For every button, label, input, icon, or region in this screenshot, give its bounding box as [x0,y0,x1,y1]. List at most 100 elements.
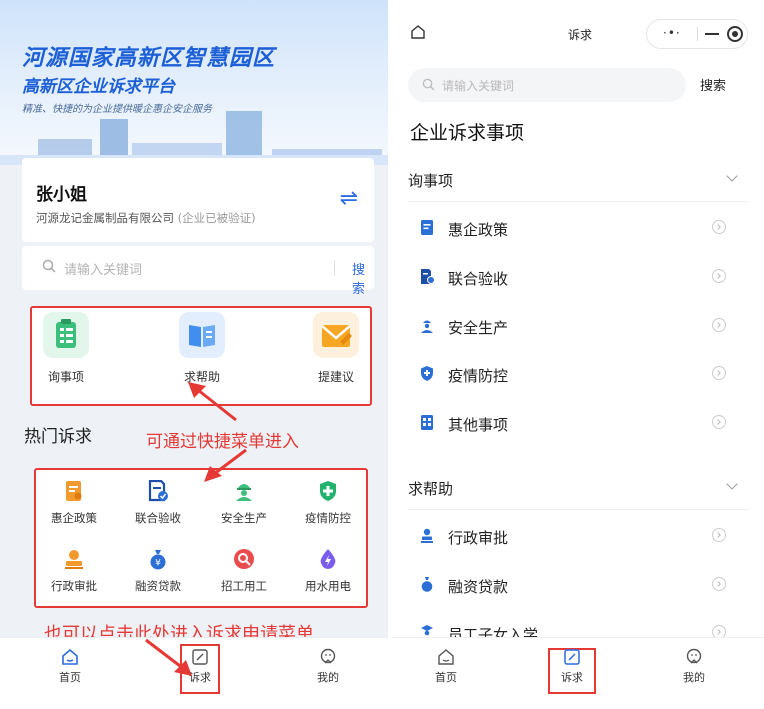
hot-item-loan[interactable]: ¥ 融资贷款 [122,548,194,594]
hot-item-label: 行政审批 [51,579,97,593]
capsule-divider [697,27,698,41]
search-icon [42,259,56,273]
checklist-icon [43,312,89,358]
hot-section-title: 热门诉求 [24,427,92,447]
grid-doc-icon [421,415,433,430]
search-bar: 请输入关键词 搜索 [22,246,374,297]
hot-item-label: 招工用工 [221,579,267,593]
shield-plus-icon [317,480,339,502]
nav-bar: 诉求 ·•· [392,0,764,58]
chevron-down-icon [726,478,738,490]
recruit-icon [233,548,255,570]
bottom-tab-bar: 首页 诉求 我的 [392,637,764,709]
category-title: 求帮助 [408,480,454,498]
document-check-icon [421,269,434,284]
hot-item-label: 联合验收 [135,511,181,525]
list-item-policy[interactable]: 惠企政策 [418,206,738,254]
hot-item-safety[interactable]: 安全生产 [208,480,280,526]
tab-appeal[interactable]: 诉求 [170,648,230,685]
search-button[interactable]: 搜索 [352,259,374,297]
policy-icon [63,480,85,502]
chevron-right-icon [712,220,726,234]
page-title: 诉求 [568,28,593,42]
category-help[interactable]: 求帮助 [408,466,748,510]
tab-label: 我的 [317,671,339,684]
tab-home[interactable]: 首页 [416,648,476,685]
more-icon[interactable]: ·•· [663,26,681,40]
hot-item-utilities[interactable]: 用水用电 [292,548,364,594]
hot-item-label: 融资贷款 [135,579,181,593]
banner: 河源国家高新区智慧园区 高新区企业诉求平台 精准、快捷的为企业提供暖企惠企安企服… [0,0,388,165]
edit-icon [191,648,209,666]
worker-icon [421,320,433,333]
banner-subtitle: 高新区企业诉求平台 [22,77,175,97]
hot-item-acceptance[interactable]: 联合验收 [122,479,194,526]
chevron-right-icon [712,577,726,591]
hot-item-label: 疫情防控 [305,511,351,525]
chevron-right-icon [712,415,726,429]
list-item-label: 疫情防控 [448,367,509,385]
drop-bolt-icon [317,548,339,570]
left-screen: 河源国家高新区智慧园区 高新区企业诉求平台 精准、快捷的为企业提供暖企惠企安企服… [0,0,388,709]
right-screen: 诉求 ·•· 请输入关键词 搜索 企业诉求事项 询事项 惠企政策 联合验收 安全… [392,0,764,709]
user-name: 张小姐 [36,185,87,205]
book-icon [179,312,225,358]
quick-item-inquiry[interactable]: 询事项 [26,312,106,385]
bottom-tab-bar: 首页 诉求 我的 [0,637,388,709]
document-check-icon [147,479,169,502]
tab-mine[interactable]: 我的 [298,648,358,685]
list-item-label: 安全生产 [448,319,509,337]
search-button[interactable]: 搜索 [700,75,726,94]
search-icon [422,78,435,91]
home-icon[interactable] [410,24,426,40]
tab-appeal[interactable]: 诉求 [542,648,602,685]
list-item-other[interactable]: 其他事项 [418,401,738,449]
mail-icon [313,312,359,358]
hot-item-epidemic[interactable]: 疫情防控 [292,480,364,526]
user-icon [685,648,703,666]
tab-label: 首页 [59,671,81,684]
list-item-label: 其他事项 [448,416,509,434]
search-input[interactable]: 请输入关键词 [64,259,142,278]
user-icon [319,648,337,666]
list-item-label: 惠企政策 [448,221,509,239]
hot-item-policy[interactable]: 惠企政策 [38,480,110,526]
chevron-right-icon [712,269,726,283]
tab-mine[interactable]: 我的 [664,648,724,685]
shield-plus-icon [421,366,433,381]
tab-home[interactable]: 首页 [40,648,100,685]
minimize-icon[interactable] [705,33,719,35]
quick-item-suggest[interactable]: 提建议 [296,312,376,385]
svg-text:¥: ¥ [155,559,161,569]
category-inquiry[interactable]: 询事项 [408,158,748,202]
edit-icon [563,648,581,666]
chevron-right-icon [712,318,726,332]
mini-program-capsule: ·•· [646,19,748,49]
hot-item-label: 惠企政策 [51,511,97,525]
banner-title: 河源国家高新区智慧园区 [22,46,276,71]
quick-item-label: 求帮助 [183,370,220,384]
hot-grid: 惠企政策 联合验收 安全生产 疫情防控 行政审批 ¥ 融资贷款 招工用工 用水用… [34,468,368,608]
search-input[interactable]: 请输入关键词 [442,77,514,94]
chevron-down-icon [726,170,738,182]
swap-icon[interactable]: ⇌ [340,186,358,211]
quick-item-label: 提建议 [317,370,354,384]
policy-icon [421,220,433,235]
list-item-acceptance[interactable]: 联合验收 [418,255,738,303]
hot-item-recruit[interactable]: 招工用工 [208,548,280,594]
list-item-safety[interactable]: 安全生产 [418,304,738,352]
quick-menu: 询事项 求帮助 提建议 [30,306,372,406]
section-title: 企业诉求事项 [410,122,525,144]
close-icon[interactable] [727,26,743,42]
list-item-epidemic[interactable]: 疫情防控 [418,352,738,400]
chevron-right-icon [712,366,726,380]
list-item-approval[interactable]: 行政审批 [418,514,738,562]
hot-item-approval[interactable]: 行政审批 [38,548,110,594]
money-bag-icon: ¥ [147,548,169,570]
quick-item-help[interactable]: 求帮助 [162,312,242,385]
verified-status: (企业已被验证) [177,211,256,225]
hot-item-label: 用水用电 [305,579,351,593]
worker-icon [233,480,255,502]
list-item-loan[interactable]: 融资贷款 [418,563,738,611]
tab-label: 诉求 [189,671,211,684]
